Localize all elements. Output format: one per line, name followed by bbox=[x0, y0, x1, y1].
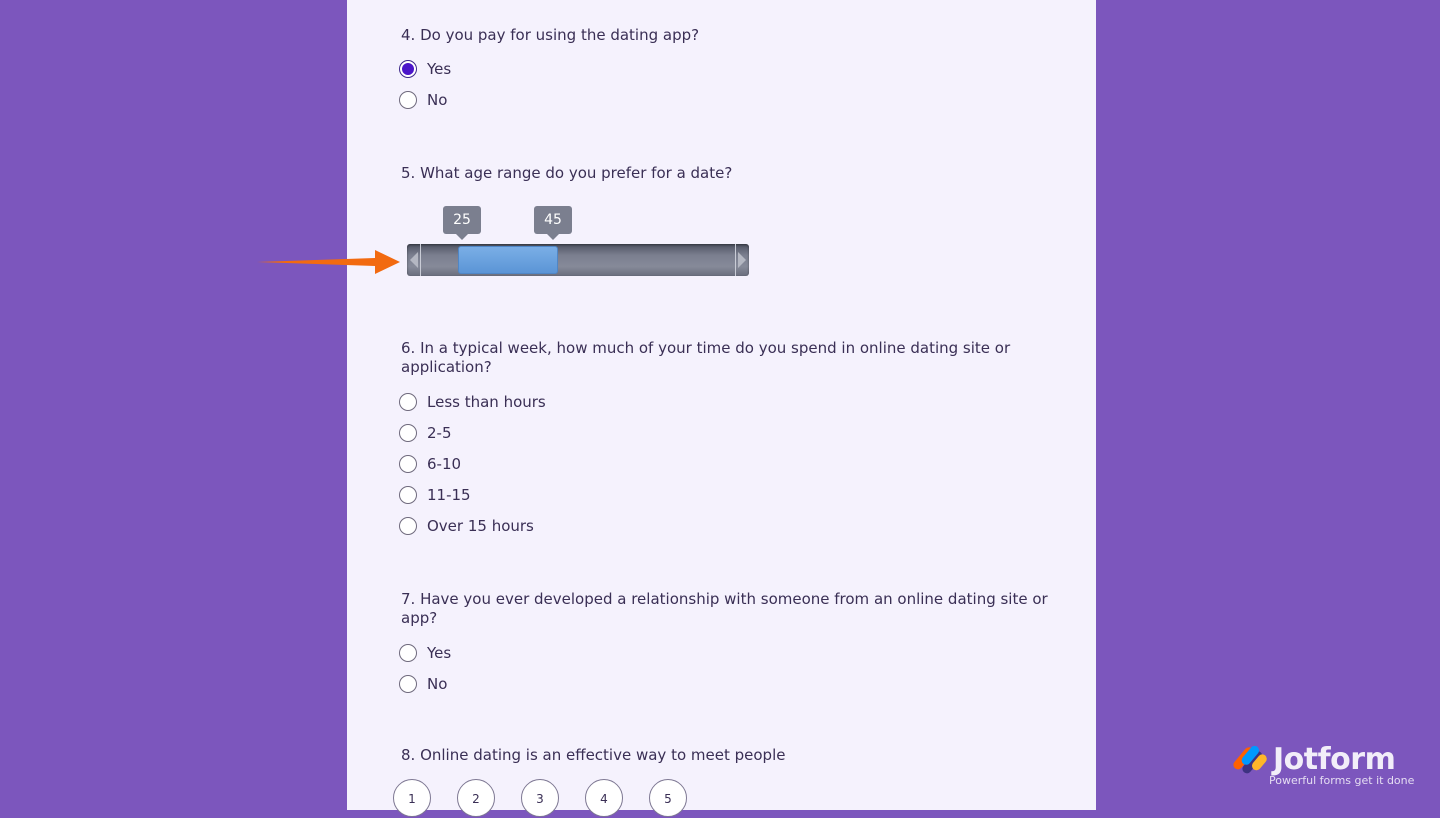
q6-radio-6-10[interactable] bbox=[399, 455, 417, 473]
slider-left-cap[interactable] bbox=[407, 244, 421, 276]
q7-option-yes-label: Yes bbox=[427, 644, 452, 662]
arrow-right-icon bbox=[738, 252, 746, 268]
q6-radio-2-5[interactable] bbox=[399, 424, 417, 442]
question-6: 6. In a typical week, how much of your t… bbox=[401, 339, 1061, 377]
question-6-label: 6. In a typical week, how much of your t… bbox=[401, 339, 1011, 376]
question-7-label: 7. Have you ever developed a relationshi… bbox=[401, 590, 1048, 627]
q6-option-6-10[interactable]: 6-10 bbox=[399, 453, 462, 475]
question-5-label: 5. What age range do you prefer for a da… bbox=[401, 164, 733, 182]
q4-radio-no[interactable] bbox=[399, 91, 417, 109]
rating-4[interactable]: 4 bbox=[585, 779, 623, 817]
form-panel: 4. Do you pay for using the dating app? … bbox=[347, 0, 1096, 817]
q6-option-2-5[interactable]: 2-5 bbox=[399, 422, 452, 444]
q4-option-yes[interactable]: Yes bbox=[399, 58, 452, 80]
slider-track[interactable] bbox=[407, 244, 749, 276]
q7-option-no-label: No bbox=[427, 675, 448, 693]
q6-option-label: Less than hours bbox=[427, 393, 546, 411]
q6-option-label: 6-10 bbox=[427, 455, 462, 473]
q4-option-yes-label: Yes bbox=[427, 60, 452, 78]
question-5: 5. What age range do you prefer for a da… bbox=[401, 164, 1061, 183]
rating-2[interactable]: 2 bbox=[457, 779, 495, 817]
question-7: 7. Have you ever developed a relationshi… bbox=[401, 590, 1061, 628]
slider-right-cap[interactable] bbox=[735, 244, 749, 276]
q7-option-yes[interactable]: Yes bbox=[399, 642, 452, 664]
rating-3[interactable]: 3 bbox=[521, 779, 559, 817]
q6-option-over-15-hours[interactable]: Over 15 hours bbox=[399, 515, 534, 537]
jotform-logo: Jotform Powerful forms get it done bbox=[1233, 742, 1415, 792]
arrow-left-icon bbox=[410, 252, 418, 268]
age-range-slider[interactable]: 25 45 bbox=[407, 206, 749, 276]
pointer-arrow-icon bbox=[257, 250, 400, 274]
question-4-label: 4. Do you pay for using the dating app? bbox=[401, 26, 700, 44]
q6-option-less-than-hours[interactable]: Less than hours bbox=[399, 391, 546, 413]
q4-radio-yes[interactable] bbox=[399, 60, 417, 78]
q6-radio-11-15[interactable] bbox=[399, 486, 417, 504]
jotform-logo-icon bbox=[1233, 745, 1267, 774]
q6-option-label: Over 15 hours bbox=[427, 517, 534, 535]
q6-option-label: 2-5 bbox=[427, 424, 452, 442]
q6-option-11-15[interactable]: 11-15 bbox=[399, 484, 471, 506]
brand-name: Jotform bbox=[1273, 742, 1396, 777]
q4-option-no-label: No bbox=[427, 91, 448, 109]
slider-high-tooltip: 45 bbox=[534, 206, 572, 240]
brand-tagline: Powerful forms get it done bbox=[1269, 774, 1415, 787]
question-8: 8. Online dating is an effective way to … bbox=[401, 746, 1061, 765]
q7-radio-no[interactable] bbox=[399, 675, 417, 693]
slider-selected-range[interactable] bbox=[458, 246, 558, 274]
q4-option-no[interactable]: No bbox=[399, 89, 448, 111]
question-4: 4. Do you pay for using the dating app? bbox=[401, 26, 1061, 45]
q6-radio-less-than-hours[interactable] bbox=[399, 393, 417, 411]
q7-radio-yes[interactable] bbox=[399, 644, 417, 662]
q6-option-label: 11-15 bbox=[427, 486, 471, 504]
q7-option-no[interactable]: No bbox=[399, 673, 448, 695]
question-8-label: 8. Online dating is an effective way to … bbox=[401, 746, 786, 764]
slider-low-tooltip: 25 bbox=[443, 206, 481, 240]
rating-1[interactable]: 1 bbox=[393, 779, 431, 817]
q6-radio-over-15-hours[interactable] bbox=[399, 517, 417, 535]
rating-5[interactable]: 5 bbox=[649, 779, 687, 817]
